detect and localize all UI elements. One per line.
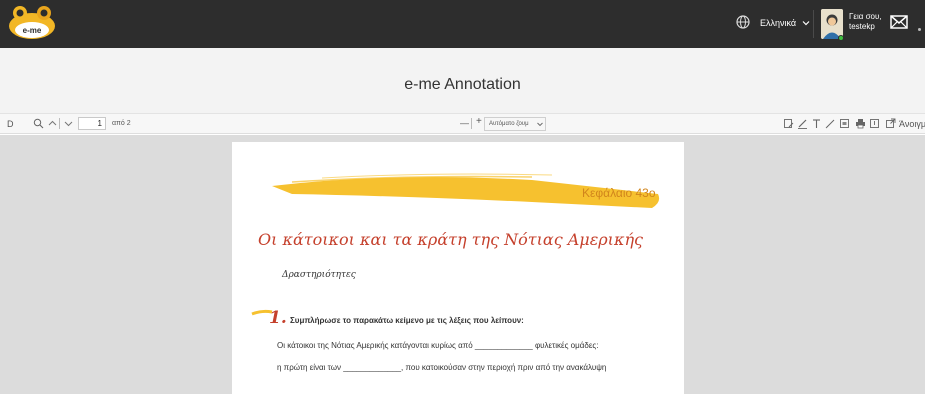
username: testekp: [849, 22, 875, 31]
greeting-line: Γεια σου,: [849, 12, 882, 21]
online-status-dot: [838, 35, 844, 41]
sidebar-toggle-button[interactable]: D: [7, 118, 14, 130]
exercise-text-line: η πρώτη είναι των _____________, που κατ…: [277, 363, 607, 372]
exercise-instruction: Συμπλήρωσε το παρακάτω κείμενο με τις λέ…: [290, 316, 524, 325]
page-title: e-me Annotation: [404, 76, 521, 93]
user-greeting[interactable]: Γεια σου, testekp: [849, 12, 882, 32]
zoom-in-button[interactable]: +: [476, 116, 482, 128]
text-tool-icon[interactable]: [811, 118, 822, 129]
top-bar: e-me Ελληνικά Γεια σου, testekp: [0, 0, 925, 48]
zoom-out-button[interactable]: —: [460, 117, 469, 129]
more-indicator: [918, 28, 921, 31]
globe-icon[interactable]: [736, 15, 750, 29]
image-stamp-icon[interactable]: [839, 118, 850, 129]
page-count-label: από 2: [112, 120, 131, 127]
zoom-select-value: Αυτόματο ζουμ: [489, 121, 529, 127]
chapter-banner-brushstroke: [272, 173, 660, 208]
open-button-label[interactable]: Άνοιγμ: [899, 118, 925, 130]
e-me-logo[interactable]: e-me: [6, 4, 58, 42]
draw-pen-icon[interactable]: [825, 118, 836, 129]
previous-page-icon[interactable]: [47, 118, 58, 129]
document-title: Οι κάτοικοι και τα κράτη της Νότιας Αμερ…: [258, 230, 643, 249]
download-icon[interactable]: [869, 118, 880, 129]
exercise-text-line: Οι κάτοικοι της Νότιας Αμερικής κατάγοντ…: [277, 341, 599, 350]
page-number-input[interactable]: 1: [78, 117, 106, 130]
language-label: Ελληνικά: [760, 18, 797, 28]
header-divider: [813, 10, 814, 38]
zoom-select[interactable]: Αυτόματο ζουμ: [484, 117, 546, 131]
chevron-down-icon: [537, 122, 543, 127]
toolbar-separator: [471, 118, 472, 129]
document-page: Κεφάλαιο 43ο Οι κάτοικοι και τα κράτη τη…: [232, 142, 684, 394]
next-page-icon[interactable]: [63, 118, 74, 129]
chapter-label: Κεφάλαιο 43ο: [582, 186, 656, 200]
mail-icon[interactable]: [890, 14, 908, 30]
toolbar-separator: [59, 118, 60, 129]
section-heading: Δραστηριότητες: [282, 270, 356, 280]
open-file-icon[interactable]: [885, 118, 896, 129]
highlight-pen-icon[interactable]: [797, 118, 808, 129]
print-icon[interactable]: [855, 118, 866, 129]
chevron-down-icon: [802, 21, 810, 26]
search-icon[interactable]: [33, 118, 44, 129]
title-bar: e-me Annotation: [0, 48, 925, 114]
exercise-number: 1.: [269, 308, 287, 328]
free-text-icon[interactable]: [783, 118, 794, 129]
logo-text: e-me: [23, 26, 42, 35]
pdf-toolbar: D 1 από 2 — + Αυτόματο ζουμ Άνοιγμ: [0, 114, 925, 134]
language-selector[interactable]: Ελληνικά: [754, 13, 816, 33]
